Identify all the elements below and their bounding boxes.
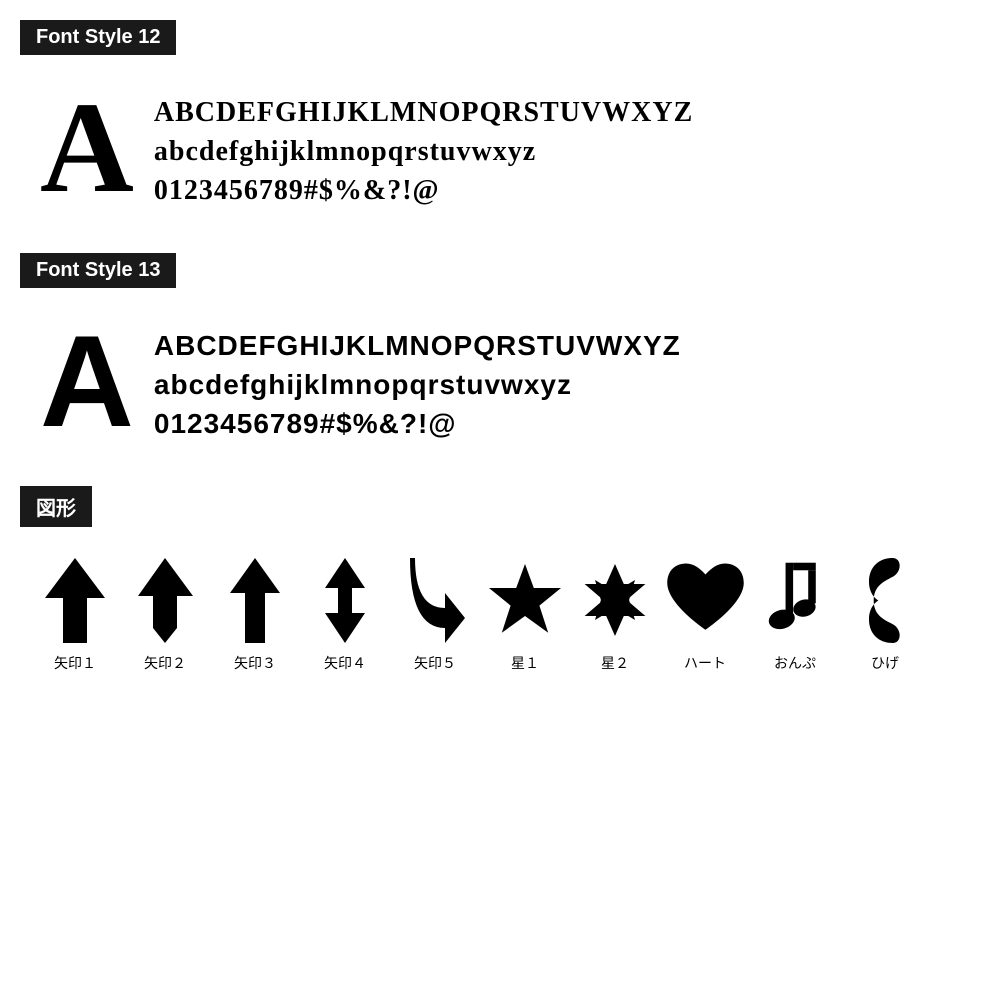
font-style-12-big-letter: A bbox=[40, 83, 134, 213]
hige-label: ひげ bbox=[871, 653, 899, 673]
font-style-13-big-letter: A bbox=[40, 316, 134, 446]
shape-hige: ひげ bbox=[840, 555, 930, 673]
shapes-header: 図形 bbox=[20, 486, 92, 527]
font-style-13-demo: A ABCDEFGHIJKLMNOPQRSTUVWXYZ abcdefghijk… bbox=[20, 306, 980, 456]
font-style-12-chars: ABCDEFGHIJKLMNOPQRSTUVWXYZ abcdefghijklm… bbox=[154, 83, 693, 211]
yajirushi3-icon bbox=[230, 555, 280, 645]
heart-icon bbox=[663, 555, 748, 645]
font-style-13-header: Font Style 13 bbox=[20, 253, 176, 288]
yajirushi4-icon bbox=[325, 555, 365, 645]
shapes-grid: 矢印１ 矢印２ 矢印３ bbox=[20, 545, 980, 683]
font-style-13-line-2: abcdefghijklmnopqrstuvwxyz bbox=[154, 365, 681, 404]
yajirushi5-icon bbox=[405, 555, 465, 645]
shapes-section: 図形 矢印１ 矢印２ bbox=[20, 486, 980, 683]
shape-hoshi2: 星２ bbox=[570, 555, 660, 673]
shape-heart: ハート bbox=[660, 555, 750, 673]
font-style-13-line-1: ABCDEFGHIJKLMNOPQRSTUVWXYZ bbox=[154, 326, 681, 365]
shape-hoshi1: 星１ bbox=[480, 555, 570, 673]
yajirushi1-label: 矢印１ bbox=[54, 653, 96, 673]
font-style-12-line-1: ABCDEFGHIJKLMNOPQRSTUVWXYZ bbox=[154, 93, 693, 132]
yajirushi3-label: 矢印３ bbox=[234, 653, 276, 673]
font-style-12-line-2: abcdefghijklmnopqrstuvwxyz bbox=[154, 132, 693, 171]
yajirushi5-label: 矢印５ bbox=[414, 653, 456, 673]
hoshi2-icon bbox=[575, 555, 655, 645]
font-style-13-chars: ABCDEFGHIJKLMNOPQRSTUVWXYZ abcdefghijklm… bbox=[154, 316, 681, 444]
shape-yajirushi3: 矢印３ bbox=[210, 555, 300, 673]
shape-yajirushi4: 矢印４ bbox=[300, 555, 390, 673]
onpu-icon bbox=[765, 555, 825, 645]
font-style-13-line-3: 0123456789#$%&?!@ bbox=[154, 404, 681, 443]
yajirushi4-label: 矢印４ bbox=[324, 653, 366, 673]
yajirushi1-icon bbox=[45, 555, 105, 645]
shape-yajirushi2: 矢印２ bbox=[120, 555, 210, 673]
heart-label: ハート bbox=[684, 653, 726, 673]
yajirushi2-icon bbox=[138, 555, 193, 645]
shape-yajirushi1: 矢印１ bbox=[30, 555, 120, 673]
hoshi1-icon bbox=[485, 555, 565, 645]
hoshi2-label: 星２ bbox=[601, 653, 629, 673]
shape-yajirushi5: 矢印５ bbox=[390, 555, 480, 673]
font-style-12-demo: A ABCDEFGHIJKLMNOPQRSTUVWXYZ abcdefghijk… bbox=[20, 73, 980, 223]
yajirushi2-label: 矢印２ bbox=[144, 653, 186, 673]
shape-onpu: おんぷ bbox=[750, 555, 840, 673]
font-style-12-section: Font Style 12 A ABCDEFGHIJKLMNOPQRSTUVWX… bbox=[20, 20, 980, 223]
font-style-12-line-3: 0123456789#$%&?!@ bbox=[154, 171, 693, 210]
hoshi1-label: 星１ bbox=[511, 653, 539, 673]
font-style-13-section: Font Style 13 A ABCDEFGHIJKLMNOPQRSTUVWX… bbox=[20, 253, 980, 456]
font-style-12-header: Font Style 12 bbox=[20, 20, 176, 55]
hige-icon bbox=[868, 555, 903, 645]
onpu-label: おんぷ bbox=[774, 653, 816, 673]
